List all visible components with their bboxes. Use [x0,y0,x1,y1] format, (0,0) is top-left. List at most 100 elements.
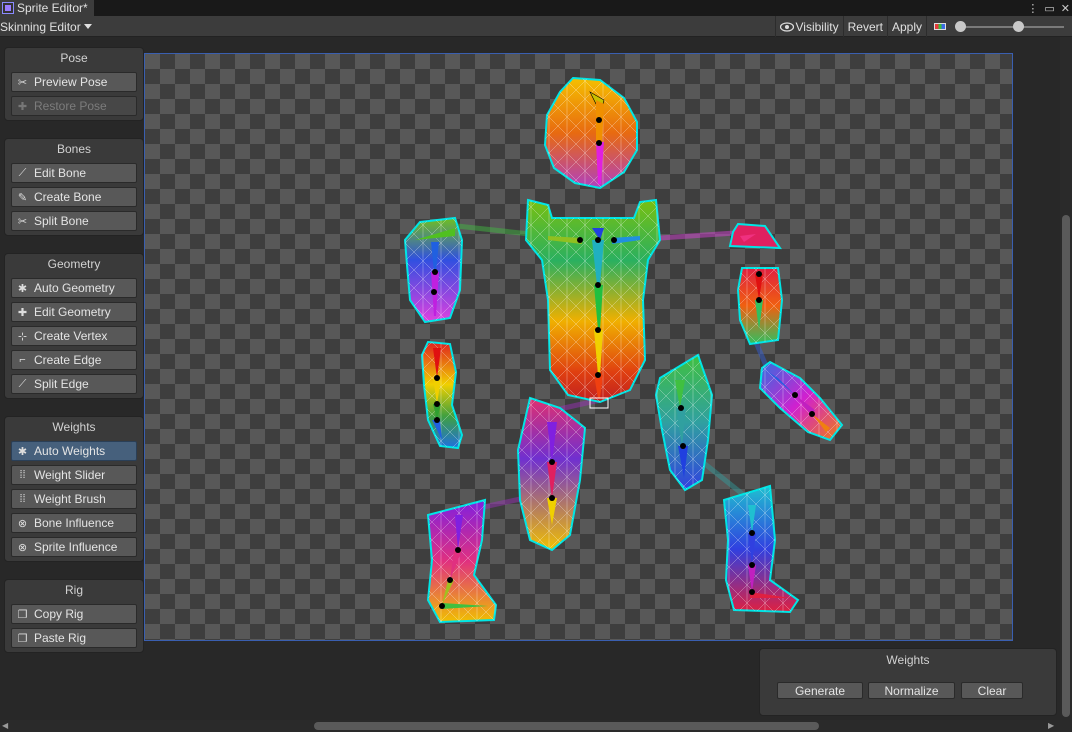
zoom-sliders [952,16,1072,37]
generate-label: Generate [794,683,846,698]
color-toggle-button[interactable] [926,16,952,37]
weight-brush-icon: ⁞⁞ [19,493,26,505]
horizontal-scrollbar[interactable]: ◀ ▶ [0,720,1072,732]
tab-title: Sprite Editor* [17,1,88,15]
alpha-slider-knob[interactable] [955,21,966,32]
maximize-icon[interactable]: ▭ [1044,2,1054,15]
restore-pose-button[interactable]: ✚ Restore Pose [11,96,137,116]
weight-slider-label: Weight Slider [34,468,106,482]
clear-label: Clear [977,683,1007,698]
weights-panel-title: Weights [52,420,96,434]
rig-panel-title: Rig [64,583,83,597]
chevron-down-icon [83,23,92,29]
eye-icon [779,21,794,32]
close-icon[interactable]: ✕ [1061,2,1070,15]
edit-geometry-button[interactable]: ✚ Edit Geometry [11,302,137,322]
bone-influence-icon: ⊗ [17,517,28,530]
right-shin-mesh[interactable] [722,484,800,614]
paste-icon: ❐ [17,632,28,645]
create-vertex-label: Create Vertex [34,329,108,343]
paste-rig-button[interactable]: ❐ Paste Rig [11,628,137,648]
sprite-influence-label: Sprite Influence [34,540,118,554]
auto-geometry-label: Auto Geometry [34,281,115,295]
auto-geometry-icon: ✱ [17,282,28,295]
pose-panel-title: Pose [60,51,88,65]
auto-weights-label: Auto Weights [34,444,106,458]
character-rig [403,76,844,624]
auto-weights-icon: ✱ [17,445,28,458]
split-bone-label: Split Bone [34,214,89,228]
apply-label: Apply [891,19,922,34]
sprite-influence-icon: ⊗ [17,541,28,554]
slider-track [960,26,1064,28]
geometry-panel-title: Geometry [47,257,101,271]
rig-panel: Rig ❐ Copy Rig ❐ Paste Rig [4,579,144,653]
weight-slider-icon: ⁞⁞ [19,469,26,481]
visibility-label: Visibility [795,19,839,34]
sprite-editor-icon [2,2,14,14]
weights-window-title: Weights [886,653,930,667]
edit-bone-button[interactable]: ⟋ Edit Bone [11,163,137,183]
weight-brush-button[interactable]: ⁞⁞ Weight Brush [11,489,137,509]
split-edge-label: Split Edge [34,377,89,391]
normalize-label: Normalize [884,683,939,698]
vertical-scrollbar[interactable] [1060,37,1072,720]
restore-pose-label: Restore Pose [34,99,107,113]
geometry-panel: Geometry ✱ Auto Geometry ✚ Edit Geometry… [4,253,144,399]
bone-influence-label: Bone Influence [34,516,115,530]
editor-mode-dropdown[interactable]: Skinning Editor [0,17,92,36]
horizontal-scroll-thumb[interactable] [314,722,819,730]
split-edge-button[interactable]: ⟋ Split Edge [11,374,137,394]
copy-rig-button[interactable]: ❐ Copy Rig [11,604,137,624]
editor-tab[interactable]: Sprite Editor* [0,0,94,16]
copy-icon: ❐ [17,608,28,621]
toolbar: Skinning Editor Visibility Revert Apply [0,16,1072,37]
zoom-slider-knob[interactable] [1013,21,1024,32]
auto-weights-button[interactable]: ✱ Auto Weights [11,441,137,461]
more-options-icon[interactable]: ⋮ [1027,2,1038,15]
preview-pose-label: Preview Pose [34,75,108,89]
edit-bone-icon: ⟋ [18,166,27,179]
create-vertex-button[interactable]: ⊹ Create Vertex [11,326,137,346]
create-edge-label: Create Edge [34,353,102,367]
scroll-right-icon[interactable]: ▶ [1048,721,1054,730]
visibility-button[interactable]: Visibility [774,16,843,37]
bone-influence-button[interactable]: ⊗ Bone Influence [11,513,137,533]
preview-pose-button[interactable]: ✂ Preview Pose [11,72,137,92]
split-bone-icon: ✂ [17,215,28,228]
auto-geometry-button[interactable]: ✱ Auto Geometry [11,278,137,298]
generate-button[interactable]: Generate [777,682,863,699]
normalize-button[interactable]: Normalize [868,682,955,699]
copy-rig-label: Copy Rig [34,607,84,621]
pose-panel: Pose ✂ Preview Pose ✚ Restore Pose [4,47,144,121]
right-shoulder-mesh[interactable] [728,222,782,250]
color-swatch-icon [933,23,946,30]
create-bone-button[interactable]: ✎ Create Bone [11,187,137,207]
edit-geometry-icon: ✚ [17,306,28,319]
edit-bone-label: Edit Bone [34,166,87,180]
split-bone-button[interactable]: ✂ Split Bone [11,211,137,231]
clear-button[interactable]: Clear [961,682,1023,699]
weight-brush-label: Weight Brush [34,492,106,506]
edit-geometry-label: Edit Geometry [34,305,111,319]
preview-pose-icon: ✂ [17,76,28,89]
vertical-scroll-thumb[interactable] [1062,215,1070,717]
sprite-influence-button[interactable]: ⊗ Sprite Influence [11,537,137,557]
bones-panel-title: Bones [56,142,92,156]
sprite-canvas[interactable] [144,53,1013,641]
left-forearm-mesh[interactable] [420,340,464,450]
create-bone-label: Create Bone [34,190,102,204]
restore-pose-icon: ✚ [17,100,28,113]
editor-mode-label: Skinning Editor [0,19,81,34]
revert-label: Revert [847,19,883,34]
scroll-left-icon[interactable]: ◀ [2,721,8,730]
create-bone-icon: ✎ [17,191,28,204]
torso-mesh[interactable] [524,198,662,404]
weights-panel: Weights ✱ Auto Weights ⁞⁞ Weight Slider … [4,416,144,562]
create-vertex-icon: ⊹ [17,330,28,343]
create-edge-button[interactable]: ⌐ Create Edge [11,350,137,370]
paste-rig-label: Paste Rig [34,631,87,645]
weight-slider-button[interactable]: ⁞⁞ Weight Slider [11,465,137,485]
apply-button[interactable]: Apply [886,16,926,37]
revert-button[interactable]: Revert [842,16,887,37]
